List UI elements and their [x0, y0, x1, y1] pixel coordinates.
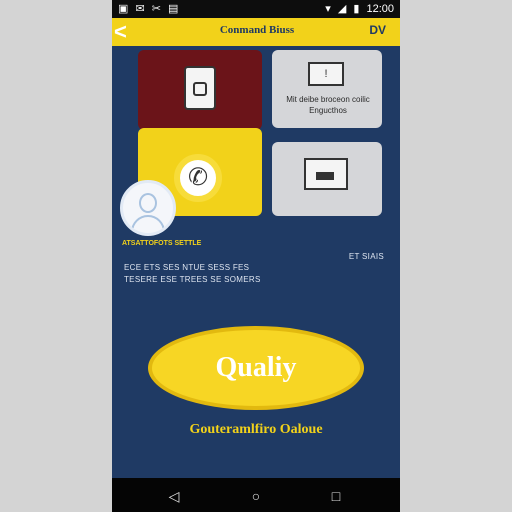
quality-button[interactable]: Qualiy: [148, 326, 364, 410]
notification-icons: ▣ ✉ ✂ ▤: [118, 3, 181, 15]
phone-icon: ✆: [174, 154, 222, 202]
nav-home-icon[interactable]: ○: [246, 486, 266, 506]
monitor-icon: [304, 158, 348, 190]
battery-icon: ▮: [353, 3, 360, 15]
tile-info-label: Mit deibe broceon coilic Engucthos: [286, 95, 370, 115]
header-action-button[interactable]: DV: [369, 23, 386, 37]
phone-screen: ▣ ✉ ✂ ▤ ▾ ◢ ▮ 12:00 < Conmand Biuss DV ✆…: [112, 0, 400, 512]
info-text-line: ET SIAIS: [348, 252, 384, 261]
info-text-line: TESERE ESE TREES SE SOMERS: [124, 275, 261, 284]
avatar-head-icon: [139, 193, 157, 213]
wifi-icon: ▾: [325, 3, 331, 15]
signal-icon: ◢: [337, 3, 347, 15]
device-icon: [184, 66, 216, 110]
back-arrow-icon[interactable]: <: [114, 20, 136, 44]
info-text-line: ECE ETS SES NTUE SESS FES: [124, 263, 250, 272]
app-header: < Conmand Biuss DV: [112, 18, 400, 46]
profile-caption: ATSATTOFOTS SETTLE: [122, 240, 202, 247]
avatar-body-icon: [131, 215, 165, 233]
clock: 12:00: [366, 3, 394, 15]
status-bar: ▣ ✉ ✂ ▤ ▾ ◢ ▮ 12:00: [112, 0, 400, 18]
page-title: Conmand Biuss: [219, 24, 295, 36]
cta-caption: Gouteramlfiro Oaloue: [189, 422, 323, 437]
nav-back-icon[interactable]: ◁: [164, 486, 184, 506]
nav-recent-icon[interactable]: □: [326, 486, 346, 506]
navigation-bar: ◁ ○ □: [112, 478, 400, 512]
document-icon: !: [308, 62, 344, 86]
avatar[interactable]: [120, 180, 176, 236]
system-icons: ▾ ◢ ▮ 12:00: [321, 2, 394, 15]
